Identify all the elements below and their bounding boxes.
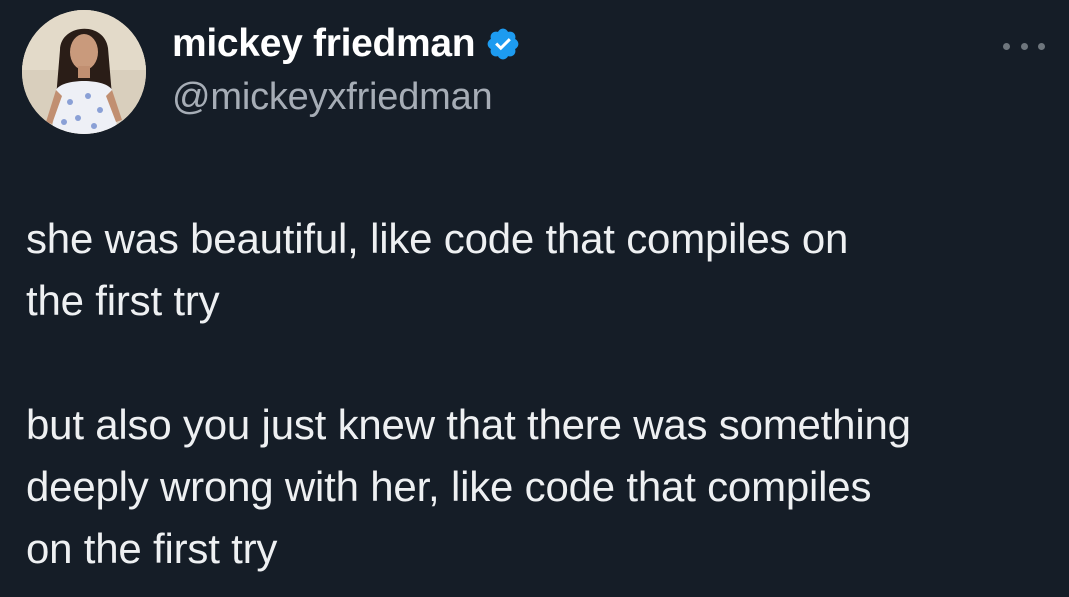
tweet-paragraph: she was beautiful, like code that compil…: [26, 215, 849, 324]
tweet-card: mickey friedman @mickeyxfriedman she was…: [0, 0, 1069, 597]
tweet-text: she was beautiful, like code that compil…: [26, 208, 1056, 580]
display-name[interactable]: mickey friedman: [172, 22, 476, 66]
more-options-icon[interactable]: [1003, 34, 1045, 58]
author-handle[interactable]: @mickeyxfriedman: [172, 76, 521, 119]
tweet-header: mickey friedman @mickeyxfriedman: [22, 10, 521, 134]
verified-badge-icon: [485, 26, 521, 62]
more-dot: [1003, 42, 1010, 50]
author-identity: mickey friedman @mickeyxfriedman: [172, 18, 521, 119]
name-row: mickey friedman: [172, 18, 521, 70]
avatar[interactable]: [22, 10, 146, 134]
more-dot: [1020, 42, 1028, 50]
more-dot: [1038, 42, 1045, 50]
tweet-paragraph: but also you just knew that there was so…: [26, 401, 911, 572]
avatar-image: [22, 10, 146, 134]
